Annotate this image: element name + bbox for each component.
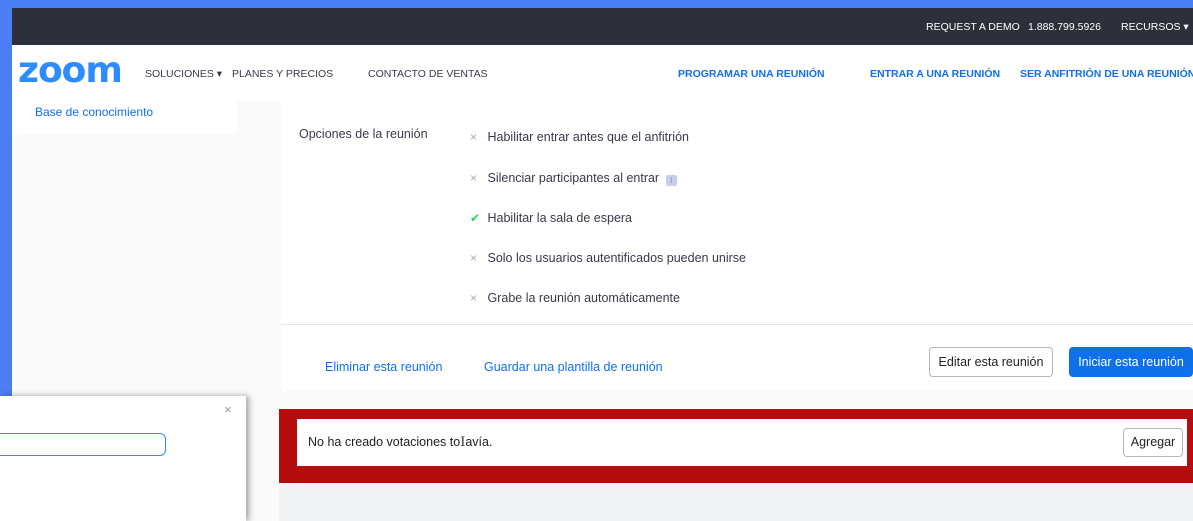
polls-highlight-frame: No ha creado votaciones toIavía. Agregar — [279, 409, 1193, 483]
top-bar: REQUEST A DEMO 1.888.799.5926 RECURSOS ▾ — [12, 8, 1193, 45]
info-icon[interactable]: i — [665, 175, 677, 186]
add-poll-button[interactable]: Agregar — [1123, 428, 1183, 457]
screen: REQUEST A DEMO 1.888.799.5926 RECURSOS ▾… — [0, 0, 1193, 521]
nav-solutions[interactable]: SOLUCIONES ▾ — [145, 68, 222, 80]
meeting-details-panel: Opciones de la reunión × Habilitar entra… — [281, 101, 1193, 391]
dialog-text-field[interactable] — [0, 433, 166, 456]
disabled-x-icon: × — [470, 171, 478, 185]
option-label: Habilitar entrar antes que el anfitrión — [487, 130, 689, 144]
option-waiting-room: ✔ Habilitar la sala de espera — [470, 211, 632, 225]
option-label: Silenciar participantes al entrar — [487, 171, 660, 185]
resources-menu[interactable]: RECURSOS ▾ — [1121, 21, 1189, 33]
disabled-x-icon: × — [470, 251, 478, 265]
option-label: Grabe la reunión automáticamente — [487, 291, 680, 305]
option-label: Habilitar la sala de espera — [487, 211, 633, 225]
disabled-x-icon: × — [470, 291, 478, 305]
zoom-logo[interactable]: zoom — [18, 50, 123, 91]
delete-meeting-link[interactable]: Eliminar esta reunión — [325, 360, 442, 374]
option-label: Solo los usuarios autentificados pueden … — [487, 251, 746, 265]
nav-contact-sales[interactable]: CONTACTO DE VENTAS — [368, 68, 488, 80]
save-template-link[interactable]: Guardar una plantilla de reunión — [484, 360, 663, 374]
next-section — [279, 483, 1193, 521]
popup-window: × — [0, 396, 246, 521]
nav-join-meeting[interactable]: ENTRAR A UNA REUNIÓN — [870, 68, 1000, 80]
nav-host-meeting[interactable]: SER ANFITRIÓN DE UNA REUNIÓN — [1020, 68, 1193, 80]
phone-number[interactable]: 1.888.799.5926 — [1028, 21, 1101, 33]
divider — [281, 324, 1193, 325]
main-nav: zoom SOLUCIONES ▾ PLANES Y PRECIOS CONTA… — [12, 45, 1193, 102]
option-auto-record: × Grabe la reunión automáticamente — [470, 291, 680, 305]
polls-section: No ha creado votaciones toIavía. Agregar — [297, 419, 1187, 466]
start-meeting-button[interactable]: Iniciar esta reunión — [1069, 347, 1193, 377]
edit-meeting-button[interactable]: Editar esta reunión — [929, 347, 1053, 377]
close-icon[interactable]: × — [224, 402, 232, 417]
no-polls-message: No ha creado votaciones toIavía. — [308, 435, 493, 450]
option-authenticated-only: × Solo los usuarios autentificados puede… — [470, 251, 746, 265]
nav-plans[interactable]: PLANES Y PRECIOS — [232, 68, 333, 80]
nav-schedule-meeting[interactable]: PROGRAMAR UNA REUNIÓN — [678, 68, 825, 80]
check-icon: ✔ — [470, 211, 481, 225]
sidebar-item-knowledge-base[interactable]: Base de conocimiento — [35, 105, 153, 119]
option-mute-on-entry: × Silenciar participantes al entrar i — [470, 171, 677, 186]
request-demo-link[interactable]: REQUEST A DEMO — [926, 21, 1020, 33]
sidebar: Base de conocimiento — [12, 101, 237, 135]
meeting-options-label: Opciones de la reunión — [299, 127, 428, 141]
disabled-x-icon: × — [470, 130, 478, 144]
option-join-before-host: × Habilitar entrar antes que el anfitrió… — [470, 130, 689, 144]
